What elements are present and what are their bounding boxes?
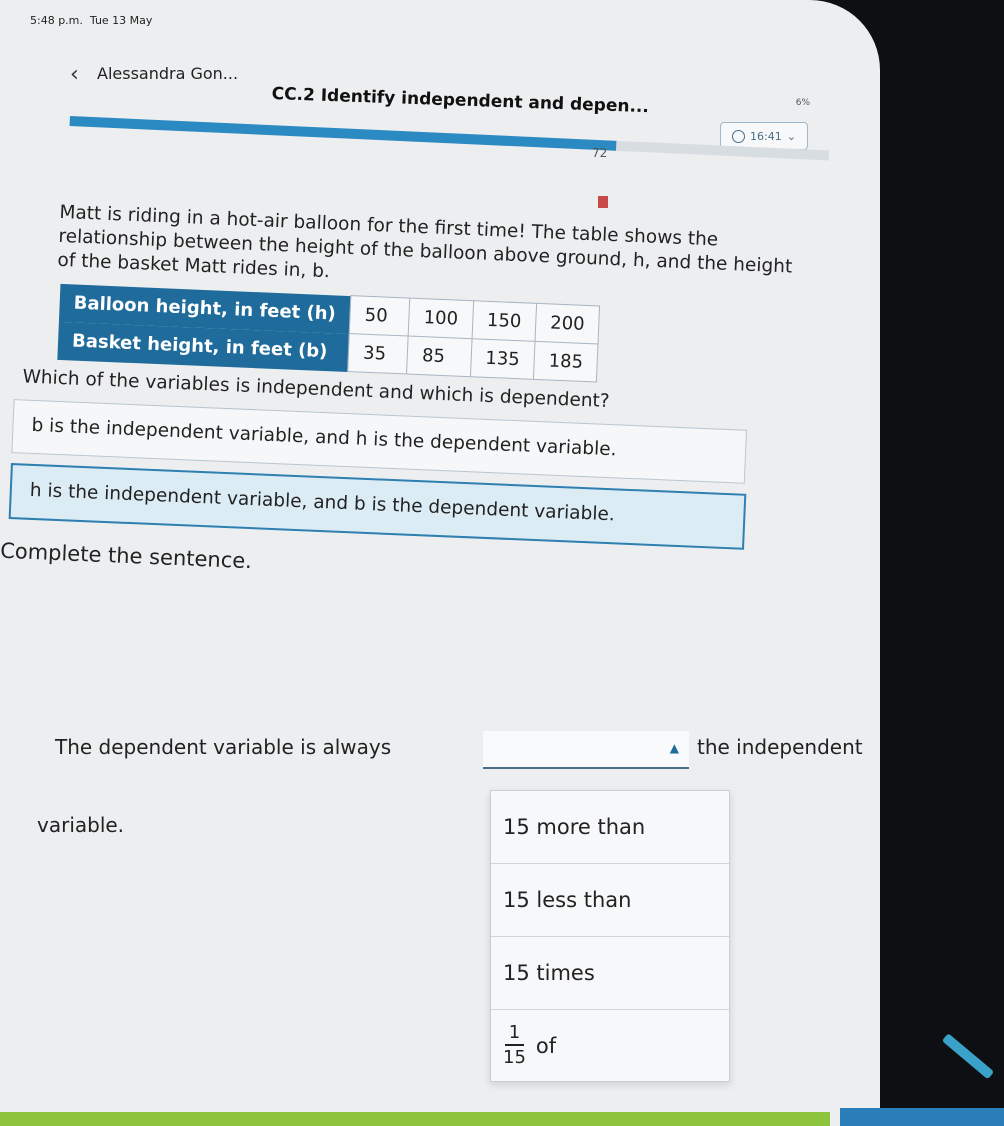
- table-cell: 85: [406, 336, 472, 377]
- table-cell: 50: [349, 295, 410, 337]
- user-name: Alessandra Gon...: [97, 64, 239, 83]
- chevron-left-icon[interactable]: ‹: [70, 62, 79, 87]
- progress-value: 72: [592, 146, 608, 160]
- option-15-more-than[interactable]: 15 more than: [491, 791, 729, 864]
- sentence-line-2: variable.: [37, 813, 125, 837]
- sentence-start: The dependent variable is always: [55, 735, 392, 759]
- progress-fill: [69, 116, 617, 151]
- table-cell: 100: [408, 298, 474, 339]
- option-15-times[interactable]: 15 times: [491, 937, 729, 1010]
- table-cell: 185: [533, 341, 599, 382]
- table-cell: 135: [470, 338, 535, 380]
- fraction-denominator: 15: [503, 1047, 526, 1068]
- table-cell: 200: [534, 303, 600, 345]
- battery-indicator: 6%: [795, 98, 810, 108]
- timer-value: 16:41: [750, 129, 782, 143]
- app-screen: 5:48 p.m. Tue 13 May 6% ‹ Alessandra Gon…: [0, 0, 880, 1126]
- option-15-less-than[interactable]: 15 less than: [491, 864, 729, 937]
- table-cell: 150: [471, 300, 537, 342]
- caret-up-icon: ▲: [669, 741, 679, 755]
- option-one-fifteenth-of[interactable]: 1 15 of: [491, 1010, 729, 1082]
- flag-icon[interactable]: [598, 196, 608, 208]
- problem-area: Matt is riding in a hot-air balloon for …: [0, 200, 800, 596]
- progress-bar: [69, 116, 830, 161]
- chevron-down-icon: ⌄: [786, 129, 796, 143]
- pencil-icon: [941, 1033, 995, 1080]
- answer-dropdown[interactable]: ▲: [483, 731, 689, 769]
- bottom-bar-blue: [840, 1108, 1004, 1126]
- fraction-numerator: 1: [504, 1022, 525, 1046]
- fraction-suffix: of: [535, 1034, 557, 1058]
- dropdown-menu: 15 more than 15 less than 15 times 1 15 …: [490, 790, 730, 1082]
- skill-title: CC.2 Identify independent and depen...: [271, 84, 650, 118]
- instruction-text: Complete the sentence.: [0, 538, 253, 574]
- fraction: 1 15: [503, 1022, 526, 1070]
- table-cell: 35: [347, 333, 409, 375]
- status-time: 5:48 p.m. Tue 13 May: [30, 14, 153, 27]
- clock-icon: [732, 129, 746, 143]
- data-table: Balloon height, in feet (h) 50 100 150 2…: [57, 283, 600, 383]
- bottom-bar-green: [0, 1112, 830, 1126]
- sentence-end: the independent: [697, 735, 863, 759]
